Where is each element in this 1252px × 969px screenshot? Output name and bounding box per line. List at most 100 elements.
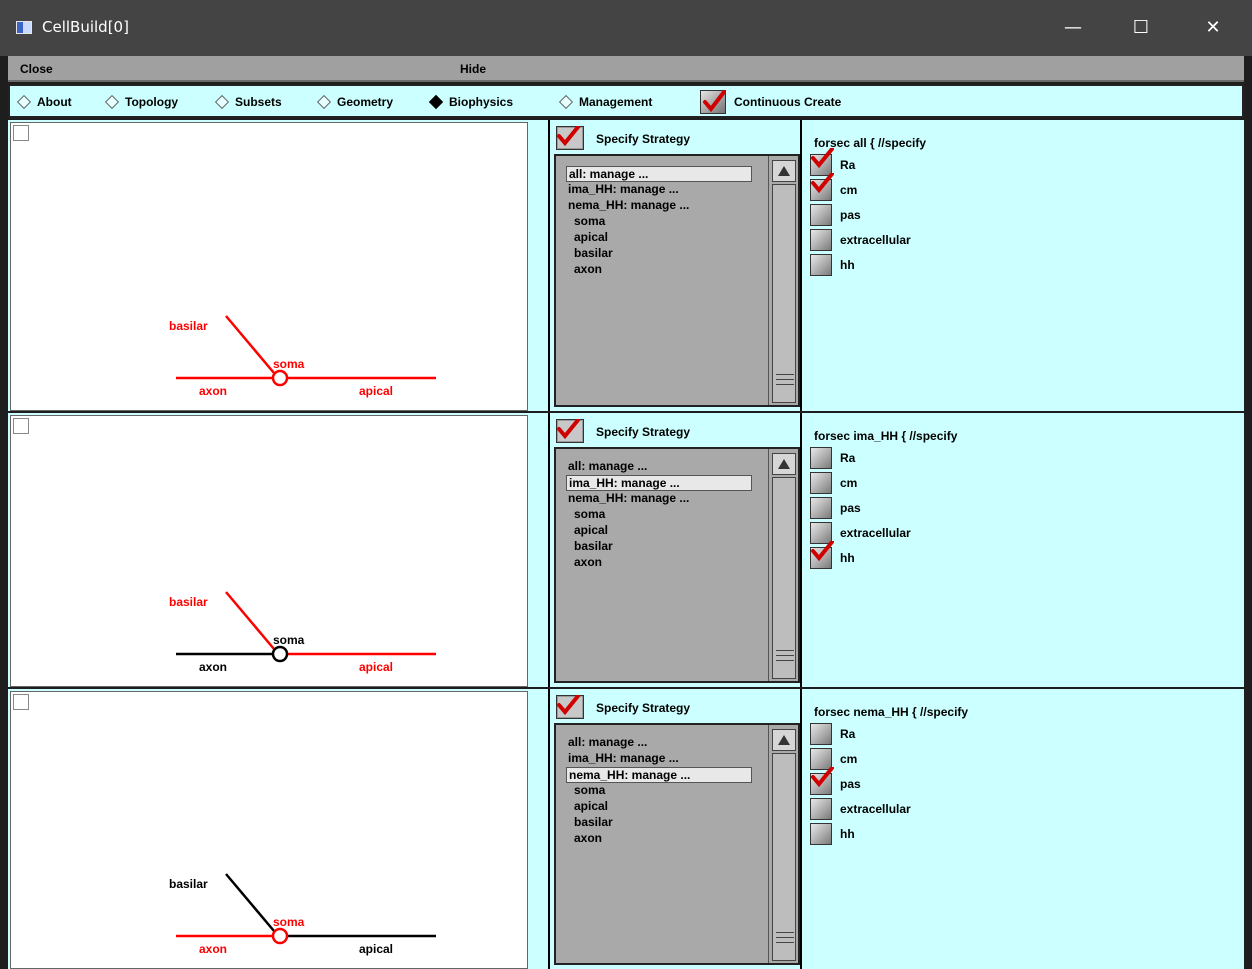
mechanism-extracellular-checkbox[interactable]: extracellular — [810, 798, 1010, 820]
subset-list-item[interactable]: soma — [566, 214, 605, 230]
close-button[interactable]: Close — [20, 62, 53, 76]
listbox-scrollbar[interactable] — [768, 725, 798, 963]
mechanism-Ra-checkbox[interactable]: Ra — [810, 447, 1010, 469]
subset-list-item[interactable]: basilar — [566, 815, 613, 831]
subset-listbox[interactable]: all: manage ... ima_HH: manage ... nema_HH… — [554, 723, 800, 965]
mechanism-Ra-checkbox[interactable]: Ra — [810, 148, 1010, 176]
tab-label: Subsets — [235, 95, 282, 109]
scroll-thumb[interactable] — [772, 184, 796, 403]
subset-list-item[interactable]: apical — [566, 799, 608, 815]
mechanism-hh-checkbox[interactable]: hh — [810, 541, 1010, 569]
soma-label: soma — [273, 915, 305, 929]
continuous-create-checkbox[interactable] — [700, 90, 726, 114]
mechanism-pas-checkbox[interactable]: pas — [810, 497, 1010, 519]
radio-diamond-icon — [558, 94, 574, 110]
mechanism-Ra-checkbox[interactable]: Ra — [810, 723, 1010, 745]
mechanism-cm-checkbox[interactable]: cm — [810, 748, 1010, 770]
checkmark-icon — [811, 767, 834, 788]
minimize-icon[interactable]: — — [1050, 8, 1096, 48]
subset-list-item[interactable]: basilar — [566, 539, 613, 555]
specify-row: basilar soma axon apical Specify Strategy all… — [8, 120, 1244, 411]
specify-strategy-checkbox[interactable]: Specify Strategy — [556, 419, 766, 443]
scroll-grip-icon — [776, 932, 794, 934]
scroll-grip-icon — [776, 650, 794, 652]
mechanism-hh-checkbox[interactable]: hh — [810, 254, 1010, 276]
window-title: CellBuild[0] — [42, 18, 129, 36]
subset-list-item[interactable]: all: manage ... — [566, 459, 647, 475]
subset-list-item[interactable]: ima_HH: manage ... — [566, 475, 752, 491]
mechanism-label: pas — [840, 208, 861, 222]
specify-strategy-checkbox[interactable]: Specify Strategy — [556, 695, 766, 719]
basilar-section[interactable] — [225, 873, 275, 932]
scroll-up-arrow-icon[interactable] — [772, 453, 796, 475]
checkmark-icon — [556, 419, 584, 443]
close-icon[interactable]: ✕ — [1190, 8, 1236, 48]
subset-list-item[interactable]: nema_HH: manage ... — [566, 767, 752, 783]
mechanism-cm-checkbox[interactable]: cm — [810, 472, 1010, 494]
checkmark-icon — [811, 148, 834, 169]
subset-listbox[interactable]: all: manage ... ima_HH: manage ... nema_HH… — [554, 447, 800, 683]
soma-section[interactable] — [271, 927, 289, 945]
tab-geometry[interactable]: Geometry — [316, 94, 393, 111]
shape-plot[interactable]: basilar soma axon apical — [10, 691, 528, 969]
maximize-icon[interactable]: ☐ — [1118, 8, 1164, 48]
mechanism-label: pas — [840, 777, 861, 791]
specify-row: basilar soma axon apical Specify Strategy all… — [8, 689, 1244, 969]
listbox-scrollbar[interactable] — [768, 449, 798, 681]
tab-label: Topology — [125, 95, 179, 109]
mechanism-extracellular-checkbox[interactable]: extracellular — [810, 229, 1010, 251]
mechanism-checkbox-box — [810, 472, 832, 494]
scroll-grip-icon — [776, 942, 794, 944]
mechanism-cm-checkbox[interactable]: cm — [810, 173, 1010, 201]
continuous-create-label: Continuous Create — [734, 95, 842, 109]
subset-list-item[interactable]: axon — [566, 262, 602, 278]
subset-list-item[interactable]: apical — [566, 230, 608, 246]
tab-biophysics[interactable]: Biophysics — [428, 94, 514, 111]
scroll-up-arrow-icon[interactable] — [772, 160, 796, 182]
subset-listbox[interactable]: all: manage ... ima_HH: manage ... nema_HH… — [554, 154, 800, 407]
subset-list-item[interactable]: all: manage ... — [566, 166, 752, 182]
shape-plot[interactable]: basilar soma axon apical — [10, 122, 528, 411]
subset-list-item[interactable]: apical — [566, 523, 608, 539]
subset-list-item[interactable]: ima_HH: manage ... — [566, 751, 679, 767]
scroll-up-arrow-icon[interactable] — [772, 729, 796, 751]
mechanism-checkbox-box — [810, 798, 832, 820]
soma-section[interactable] — [271, 369, 289, 387]
hide-button[interactable]: Hide — [460, 62, 486, 76]
basilar-section[interactable] — [225, 315, 275, 374]
soma-section[interactable] — [271, 645, 289, 663]
scroll-thumb[interactable] — [772, 477, 796, 679]
mechanism-pane: forsec all { //specify Ra cm pas extracellul… — [804, 120, 1244, 411]
specify-strategy-label: Specify Strategy — [596, 701, 691, 715]
shape-plot[interactable]: basilar soma axon apical — [10, 415, 528, 687]
subset-list-item[interactable]: basilar — [566, 246, 613, 262]
specify-strategy-checkbox[interactable]: Specify Strategy — [556, 126, 766, 150]
radio-diamond-icon — [214, 94, 230, 110]
tab-about[interactable]: About — [16, 94, 72, 111]
apical-label: apical — [359, 660, 393, 674]
listbox-scrollbar[interactable] — [768, 156, 798, 405]
subset-list-item[interactable]: axon — [566, 831, 602, 847]
subset-list-item[interactable]: all: manage ... — [566, 735, 647, 751]
mechanism-checkbox-box — [810, 723, 832, 745]
subset-list-item[interactable]: axon — [566, 555, 602, 571]
mechanism-pas-checkbox[interactable]: pas — [810, 204, 1010, 226]
tab-topology[interactable]: Topology — [104, 94, 179, 111]
subset-list-item[interactable]: nema_HH: manage ... — [566, 198, 689, 214]
tab-management[interactable]: Management — [558, 94, 653, 111]
subset-list-item[interactable]: ima_HH: manage ... — [566, 182, 679, 198]
mechanism-hh-checkbox[interactable]: hh — [810, 823, 1010, 845]
subset-list-item[interactable]: soma — [566, 783, 605, 799]
subset-list-item[interactable]: soma — [566, 507, 605, 523]
tab-label: Management — [579, 95, 653, 109]
checkmark-icon — [556, 695, 584, 719]
mechanism-pas-checkbox[interactable]: pas — [810, 767, 1010, 795]
mechanism-extracellular-checkbox[interactable]: extracellular — [810, 522, 1010, 544]
soma-label: soma — [273, 633, 305, 647]
basilar-section[interactable] — [225, 591, 275, 650]
checkmark-icon — [811, 541, 834, 562]
tab-label: Biophysics — [449, 95, 514, 109]
tab-subsets[interactable]: Subsets — [214, 94, 282, 111]
scroll-thumb[interactable] — [772, 753, 796, 961]
subset-list-item[interactable]: nema_HH: manage ... — [566, 491, 689, 507]
